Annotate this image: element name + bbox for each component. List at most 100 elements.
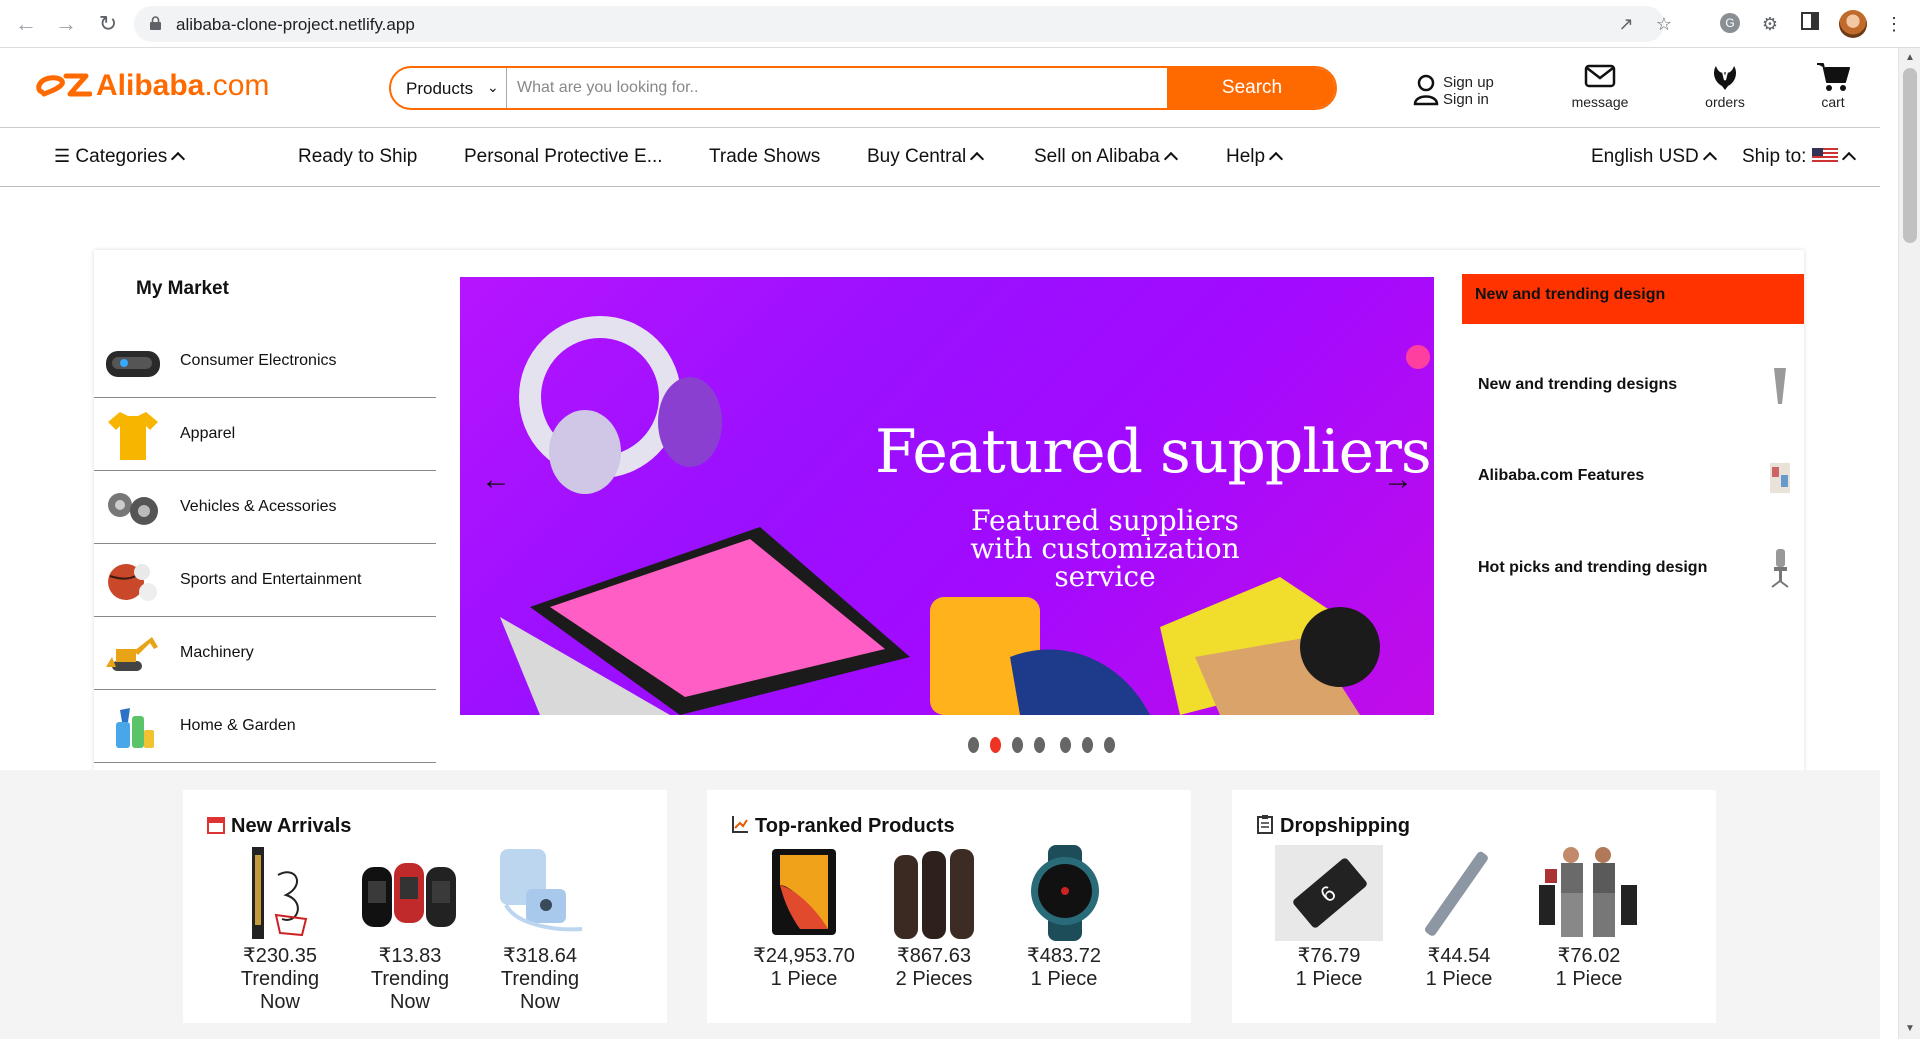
product-status: Trending xyxy=(370,968,450,990)
car-parts-icon xyxy=(108,493,158,525)
nav-categories[interactable]: ☰ Categories xyxy=(54,146,186,168)
product-card[interactable]: ₹230.35 Trending Now xyxy=(215,845,345,1014)
product-status: Trending xyxy=(240,968,320,990)
product-card[interactable]: 6 ₹76.79 1 Piece xyxy=(1264,845,1394,991)
market-label: Home & Garden xyxy=(180,717,296,734)
nav-trade-shows[interactable]: Trade Shows xyxy=(709,146,820,168)
carousel-dot[interactable] xyxy=(1104,737,1115,753)
back-icon[interactable]: ← xyxy=(12,10,40,38)
scroll-down-icon[interactable]: ▼ xyxy=(1904,1023,1916,1034)
us-flag-icon xyxy=(1811,148,1838,162)
product-card[interactable]: ₹13.83 Trending Now xyxy=(345,845,475,1014)
search-button[interactable]: Search xyxy=(1167,68,1335,108)
market-item-consumer-electronics[interactable]: Consumer Electronics xyxy=(94,325,436,398)
product-image xyxy=(894,849,974,939)
hero-banner[interactable]: Featured suppliers Featured suppliers wi… xyxy=(460,277,1434,715)
language-label: English USD xyxy=(1591,146,1699,167)
trending-item[interactable]: Alibaba.com Features xyxy=(1478,455,1798,515)
search-category-select[interactable]: Products ⌄ xyxy=(391,68,507,108)
trending-chart-icon xyxy=(732,816,748,833)
share-icon[interactable]: ↗ xyxy=(1614,12,1638,36)
carousel-dot[interactable] xyxy=(968,737,979,753)
carousel-dot[interactable] xyxy=(1012,737,1023,753)
search-input[interactable] xyxy=(509,68,1165,108)
reload-icon[interactable]: ↻ xyxy=(94,10,122,38)
banner-prev-arrow-icon[interactable]: ← xyxy=(478,462,514,498)
market-item-vehicles[interactable]: Vehicles & Acessories xyxy=(94,471,436,544)
sign-in-link[interactable]: Sign up Sign in xyxy=(1413,68,1503,112)
orders-link[interactable]: orders xyxy=(1690,60,1760,110)
product-price: ₹13.83 xyxy=(378,945,442,967)
puzzle-extensions-icon[interactable]: ⚙ xyxy=(1758,12,1782,36)
caret-up-icon xyxy=(1702,151,1717,167)
alibaba-logo-icon xyxy=(36,73,92,97)
product-card[interactable]: ₹483.72 1 Piece xyxy=(999,845,1129,991)
product-card[interactable]: ₹24,953.70 1 Piece xyxy=(739,845,869,991)
language-currency-selector[interactable]: English USD xyxy=(1591,146,1717,168)
message-label: message xyxy=(1571,94,1629,110)
cart-link[interactable]: cart xyxy=(1805,60,1861,110)
product-card[interactable]: ₹867.63 2 Pieces xyxy=(869,845,999,991)
nav-sell-on-alibaba[interactable]: Sell on Alibaba xyxy=(1034,146,1178,168)
product-price: ₹76.02 xyxy=(1557,945,1621,967)
product-quantity: 2 Pieces xyxy=(895,968,973,990)
market-item-sports[interactable]: Sports and Entertainment xyxy=(94,544,436,617)
trending-item-label: New and trending designs xyxy=(1478,376,1678,393)
caret-up-icon xyxy=(1841,151,1856,167)
new-arrivals-icon xyxy=(207,817,225,834)
menu-kebab-icon[interactable]: ⋮ xyxy=(1882,12,1906,36)
sign-in-label[interactable]: Sign in xyxy=(1443,91,1489,108)
new-arrivals-panel: New Arrivals ₹230.35 Trending Now ₹13.83… xyxy=(183,790,667,1023)
trending-item[interactable]: New and trending designs xyxy=(1478,364,1798,424)
market-item-machinery[interactable]: Machinery xyxy=(94,617,436,690)
market-item-apparel[interactable]: Apparel xyxy=(94,398,436,471)
sign-up-label[interactable]: Sign up xyxy=(1443,74,1494,91)
nav-ready-to-ship[interactable]: Ready to Ship xyxy=(298,146,417,168)
trending-header[interactable]: New and trending design xyxy=(1462,274,1804,324)
scroll-thumb[interactable] xyxy=(1903,68,1917,243)
carousel-dot[interactable] xyxy=(1034,737,1045,753)
product-image: 6 xyxy=(1275,845,1383,941)
product-collage-icon xyxy=(1770,463,1790,493)
dress-form-icon xyxy=(1774,368,1786,404)
forward-icon[interactable]: → xyxy=(52,10,80,38)
product-image xyxy=(1539,847,1637,937)
trending-item[interactable]: Hot picks and trending design xyxy=(1478,547,1798,607)
caret-up-icon xyxy=(970,151,985,167)
product-status-2: Now xyxy=(389,991,430,1013)
product-card[interactable]: ₹44.54 1 Piece xyxy=(1394,845,1524,991)
bookmark-star-icon[interactable]: ☆ xyxy=(1652,12,1676,36)
ship-to-selector[interactable]: Ship to: xyxy=(1742,146,1856,168)
product-quantity: 1 Piece xyxy=(1295,968,1363,990)
product-card[interactable]: ₹76.02 1 Piece xyxy=(1524,845,1654,991)
orders-icon xyxy=(1714,66,1736,90)
caret-up-icon xyxy=(1163,151,1178,167)
carousel-dot-active[interactable] xyxy=(990,737,1001,753)
nav-buy-central[interactable]: Buy Central xyxy=(867,146,985,168)
nav-help-label: Help xyxy=(1226,146,1266,167)
nav-personal-protective[interactable]: Personal Protective E... xyxy=(464,146,663,168)
office-chair-icon xyxy=(1771,549,1789,588)
url-text: alibaba-clone-project.netlify.app xyxy=(176,15,415,34)
product-status-2: Now xyxy=(259,991,300,1013)
nav-help[interactable]: Help xyxy=(1226,146,1284,168)
scroll-up-icon[interactable]: ▲ xyxy=(1904,52,1916,63)
market-label: Apparel xyxy=(180,425,236,442)
profile-avatar[interactable] xyxy=(1839,10,1867,38)
product-card[interactable]: ₹318.64 Trending Now xyxy=(475,845,605,1014)
alibaba-logo[interactable]: Alibaba.com xyxy=(34,66,274,106)
market-item-home-garden[interactable]: Home & Garden xyxy=(94,690,436,763)
extension-g-icon[interactable]: G xyxy=(1718,12,1742,36)
caret-up-icon xyxy=(1269,151,1284,167)
carousel-dot[interactable] xyxy=(1060,737,1071,753)
address-bar[interactable]: alibaba-clone-project.netlify.app ↗ ☆ xyxy=(134,6,1672,42)
side-panel-icon[interactable] xyxy=(1798,12,1822,36)
product-quantity: 1 Piece xyxy=(1555,968,1623,990)
page-scrollbar[interactable]: ▲ ▼ xyxy=(1898,48,1920,1039)
carousel-dot[interactable] xyxy=(1082,737,1093,753)
product-quantity: 1 Piece xyxy=(770,968,838,990)
chevron-down-icon: ⌄ xyxy=(487,79,499,95)
message-link[interactable]: message xyxy=(1565,60,1635,110)
banner-next-arrow-icon[interactable]: → xyxy=(1380,462,1416,498)
trending-item-label: Hot picks and trending design xyxy=(1478,559,1708,576)
